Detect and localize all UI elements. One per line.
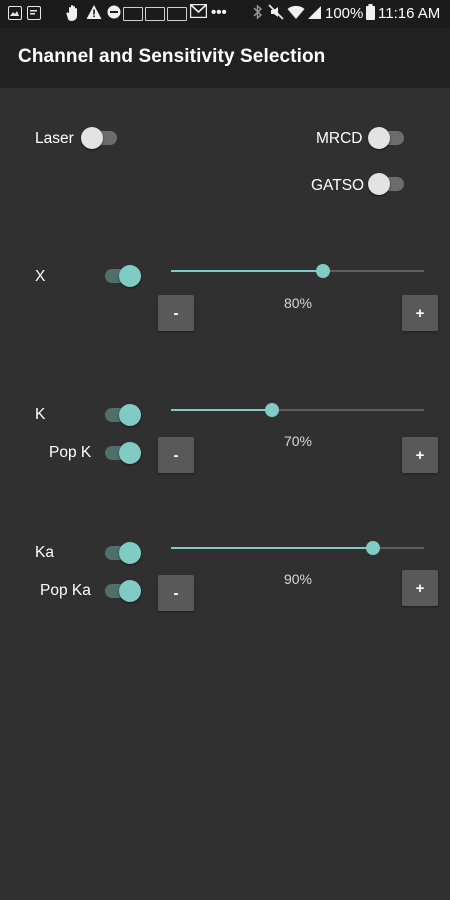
x-sensitivity-slider[interactable]	[171, 263, 424, 279]
gatso-switch[interactable]	[368, 171, 406, 197]
mrcd-label: MRCD	[316, 130, 363, 147]
app-bar: Channel and Sensitivity Selection	[0, 28, 450, 88]
pop-k-switch[interactable]	[105, 440, 141, 466]
k-sensitivity-value: 70%	[283, 433, 313, 449]
ka-increase-button[interactable]: +	[402, 570, 438, 606]
warning-icon	[86, 4, 102, 26]
mute-icon	[268, 4, 284, 26]
k-increase-button[interactable]: +	[402, 437, 438, 473]
k-band-switch[interactable]	[105, 402, 141, 428]
hand-icon	[66, 4, 82, 28]
x-sensitivity-value: 80%	[283, 295, 313, 311]
ka-decrease-button[interactable]: -	[158, 575, 194, 611]
message-icon	[27, 6, 41, 20]
ka-sensitivity-value: 90%	[283, 571, 313, 587]
laser-label: Laser	[35, 130, 74, 147]
battery-percent: 100%	[325, 5, 364, 22]
news-icon	[123, 7, 143, 21]
pop-ka-switch[interactable]	[105, 578, 141, 604]
k-sensitivity-slider[interactable]	[171, 402, 424, 418]
gatso-label: GATSO	[311, 177, 365, 194]
x-band-switch[interactable]	[105, 263, 141, 289]
photo-icon	[8, 6, 22, 20]
k-band-label: K	[35, 406, 46, 423]
pop-k-label: Pop K	[49, 444, 92, 461]
minus-circle-icon	[106, 4, 122, 26]
x-band-label: X	[35, 268, 46, 285]
gmail-icon	[189, 3, 208, 24]
pop-ka-label: Pop Ka	[40, 582, 91, 599]
wifi-icon	[287, 4, 305, 26]
laser-switch[interactable]	[81, 125, 119, 151]
more-icon: •••	[211, 4, 227, 21]
news-icon	[167, 7, 187, 21]
x-decrease-button[interactable]: -	[158, 295, 194, 331]
ka-sensitivity-slider[interactable]	[171, 540, 424, 556]
status-bar: ••• 100% 11:16 AM	[0, 0, 450, 28]
battery-icon	[366, 4, 375, 26]
mrcd-switch[interactable]	[368, 125, 406, 151]
ka-band-label: Ka	[35, 544, 54, 561]
signal-icon	[307, 4, 322, 26]
ka-band-switch[interactable]	[105, 540, 141, 566]
bluetooth-icon	[253, 4, 263, 26]
x-increase-button[interactable]: +	[402, 295, 438, 331]
news-icon	[145, 7, 165, 21]
page-title: Channel and Sensitivity Selection	[18, 46, 326, 67]
clock: 11:16 AM	[378, 5, 441, 22]
k-decrease-button[interactable]: -	[158, 437, 194, 473]
